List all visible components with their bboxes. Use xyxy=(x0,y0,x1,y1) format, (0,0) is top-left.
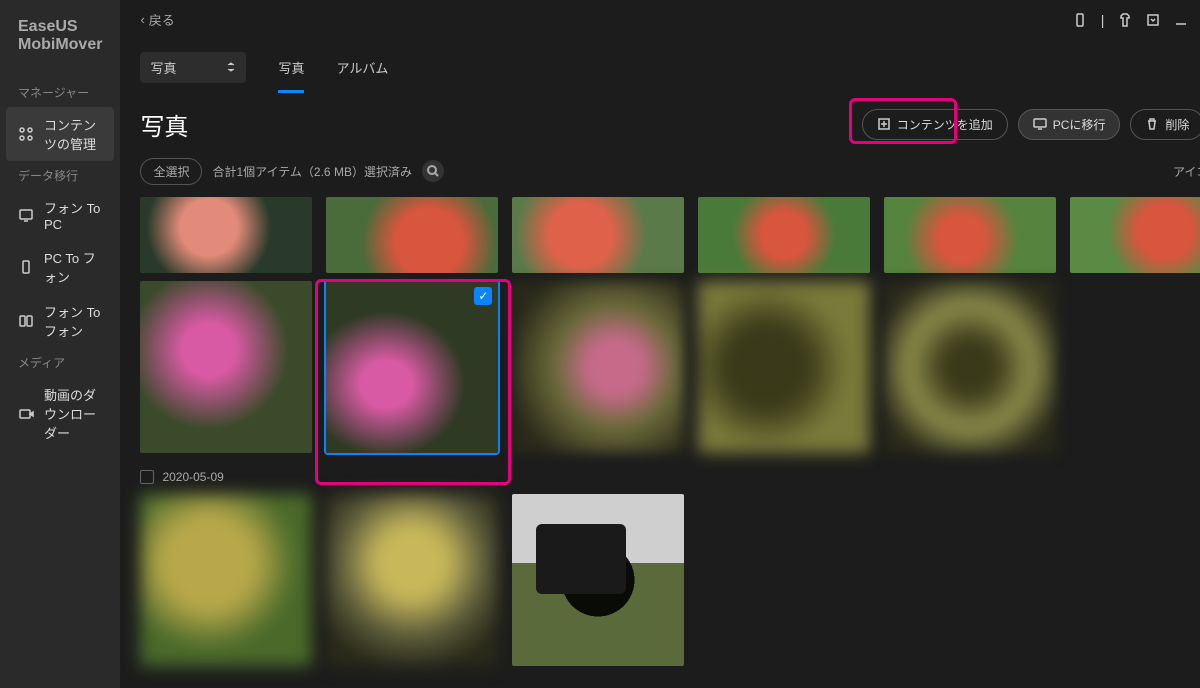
minimize-button[interactable] xyxy=(1174,12,1188,28)
photo-grid: 2020-05-09 3個写真 xyxy=(120,197,1200,688)
search-button[interactable] xyxy=(422,160,444,182)
checkmark-icon xyxy=(474,287,492,305)
photo-thumb[interactable] xyxy=(326,494,498,666)
photo-thumb-selected[interactable] xyxy=(326,281,498,453)
back-label: 戻る xyxy=(149,10,175,29)
group-date: 2020-05-09 xyxy=(162,470,223,484)
sidebar-item-video-downloader[interactable]: 動画のダウンローダー xyxy=(0,377,120,450)
sidebar-item-pc-to-phone[interactable]: PC To フォン xyxy=(0,240,120,294)
dropdown-label: 写真 xyxy=(150,58,176,77)
tabbar: 写真 写真 アルバム xyxy=(120,40,1200,83)
tab-albums[interactable]: アルバム xyxy=(336,52,388,83)
back-button[interactable]: ‹ 戻る xyxy=(120,10,174,29)
group-checkbox[interactable] xyxy=(140,470,154,484)
photo-thumb[interactable] xyxy=(326,197,498,273)
photo-thumb[interactable] xyxy=(140,494,312,666)
sidebar-item-label: コンテンツの管理 xyxy=(44,115,102,153)
pc-icon xyxy=(1033,117,1047,131)
dropdown-icon[interactable] xyxy=(1146,12,1160,28)
sidebar-item-phone-to-phone[interactable]: フォン To フォン xyxy=(0,294,120,348)
photo-thumb[interactable] xyxy=(698,281,870,453)
select-all-button[interactable]: 全選択 xyxy=(140,158,202,185)
phone-to-phone-icon xyxy=(18,313,34,329)
section-label-media: メディア xyxy=(0,348,120,377)
sort-control[interactable]: アイコン順 ▾ xyxy=(1173,163,1200,180)
divider-icon: | xyxy=(1101,12,1105,28)
tab-photos[interactable]: 写真 xyxy=(278,52,304,83)
trash-icon xyxy=(1145,117,1159,131)
photo-thumb[interactable] xyxy=(884,197,1056,273)
transfer-to-pc-button[interactable]: PCに移行 xyxy=(1018,109,1121,140)
sidebar-item-label: フォン To PC xyxy=(44,198,102,232)
photo-thumb[interactable] xyxy=(512,494,684,666)
page-title: 写真 xyxy=(140,107,188,142)
pc-to-phone-icon xyxy=(18,259,34,275)
titlebar: ‹ 戻る | xyxy=(120,0,1200,40)
sidebar-item-label: PC To フォン xyxy=(44,248,102,286)
shirt-icon[interactable] xyxy=(1118,12,1132,28)
add-content-button[interactable]: コンテンツを追加 xyxy=(862,109,1008,140)
category-dropdown[interactable]: 写真 xyxy=(140,52,246,83)
add-icon xyxy=(877,117,891,131)
section-label-manager: マネージャー xyxy=(0,78,120,107)
chevron-updown-icon xyxy=(226,62,236,72)
main-panel: ‹ 戻る | 写真 写真 アルバム 写真 xyxy=(120,0,1200,688)
video-download-icon xyxy=(18,406,34,422)
photo-thumb[interactable] xyxy=(512,281,684,453)
sidebar: EaseUS MobiMover マネージャー コンテンツの管理 データ移行 フ… xyxy=(0,0,120,688)
sidebar-item-label: フォン To フォン xyxy=(44,302,102,340)
sidebar-item-phone-to-pc[interactable]: フォン To PC xyxy=(0,190,120,240)
button-label: PCに移行 xyxy=(1053,116,1106,133)
photo-thumb[interactable] xyxy=(140,197,312,273)
selection-status: 合計1個アイテム（2.6 MB）選択済み xyxy=(212,163,412,180)
photo-thumb[interactable] xyxy=(140,281,312,453)
brand-title: EaseUS MobiMover xyxy=(0,18,120,78)
sidebar-item-label: 動画のダウンローダー xyxy=(44,385,102,442)
button-label: 削除 xyxy=(1165,116,1189,133)
photo-thumb[interactable] xyxy=(1070,197,1200,273)
sidebar-item-content-management[interactable]: コンテンツの管理 xyxy=(6,107,114,161)
sort-label: アイコン順 xyxy=(1173,163,1200,180)
photo-thumb[interactable] xyxy=(512,197,684,273)
section-label-transfer: データ移行 xyxy=(0,161,120,190)
photo-thumb[interactable] xyxy=(884,281,1056,453)
phone-to-pc-icon xyxy=(18,207,34,223)
button-label: コンテンツを追加 xyxy=(897,116,993,133)
grid-icon xyxy=(18,126,34,142)
search-icon xyxy=(427,165,439,177)
delete-button[interactable]: 削除 xyxy=(1130,109,1200,140)
phone-icon[interactable] xyxy=(1073,12,1087,28)
chevron-left-icon: ‹ xyxy=(140,12,144,27)
photo-thumb[interactable] xyxy=(698,197,870,273)
